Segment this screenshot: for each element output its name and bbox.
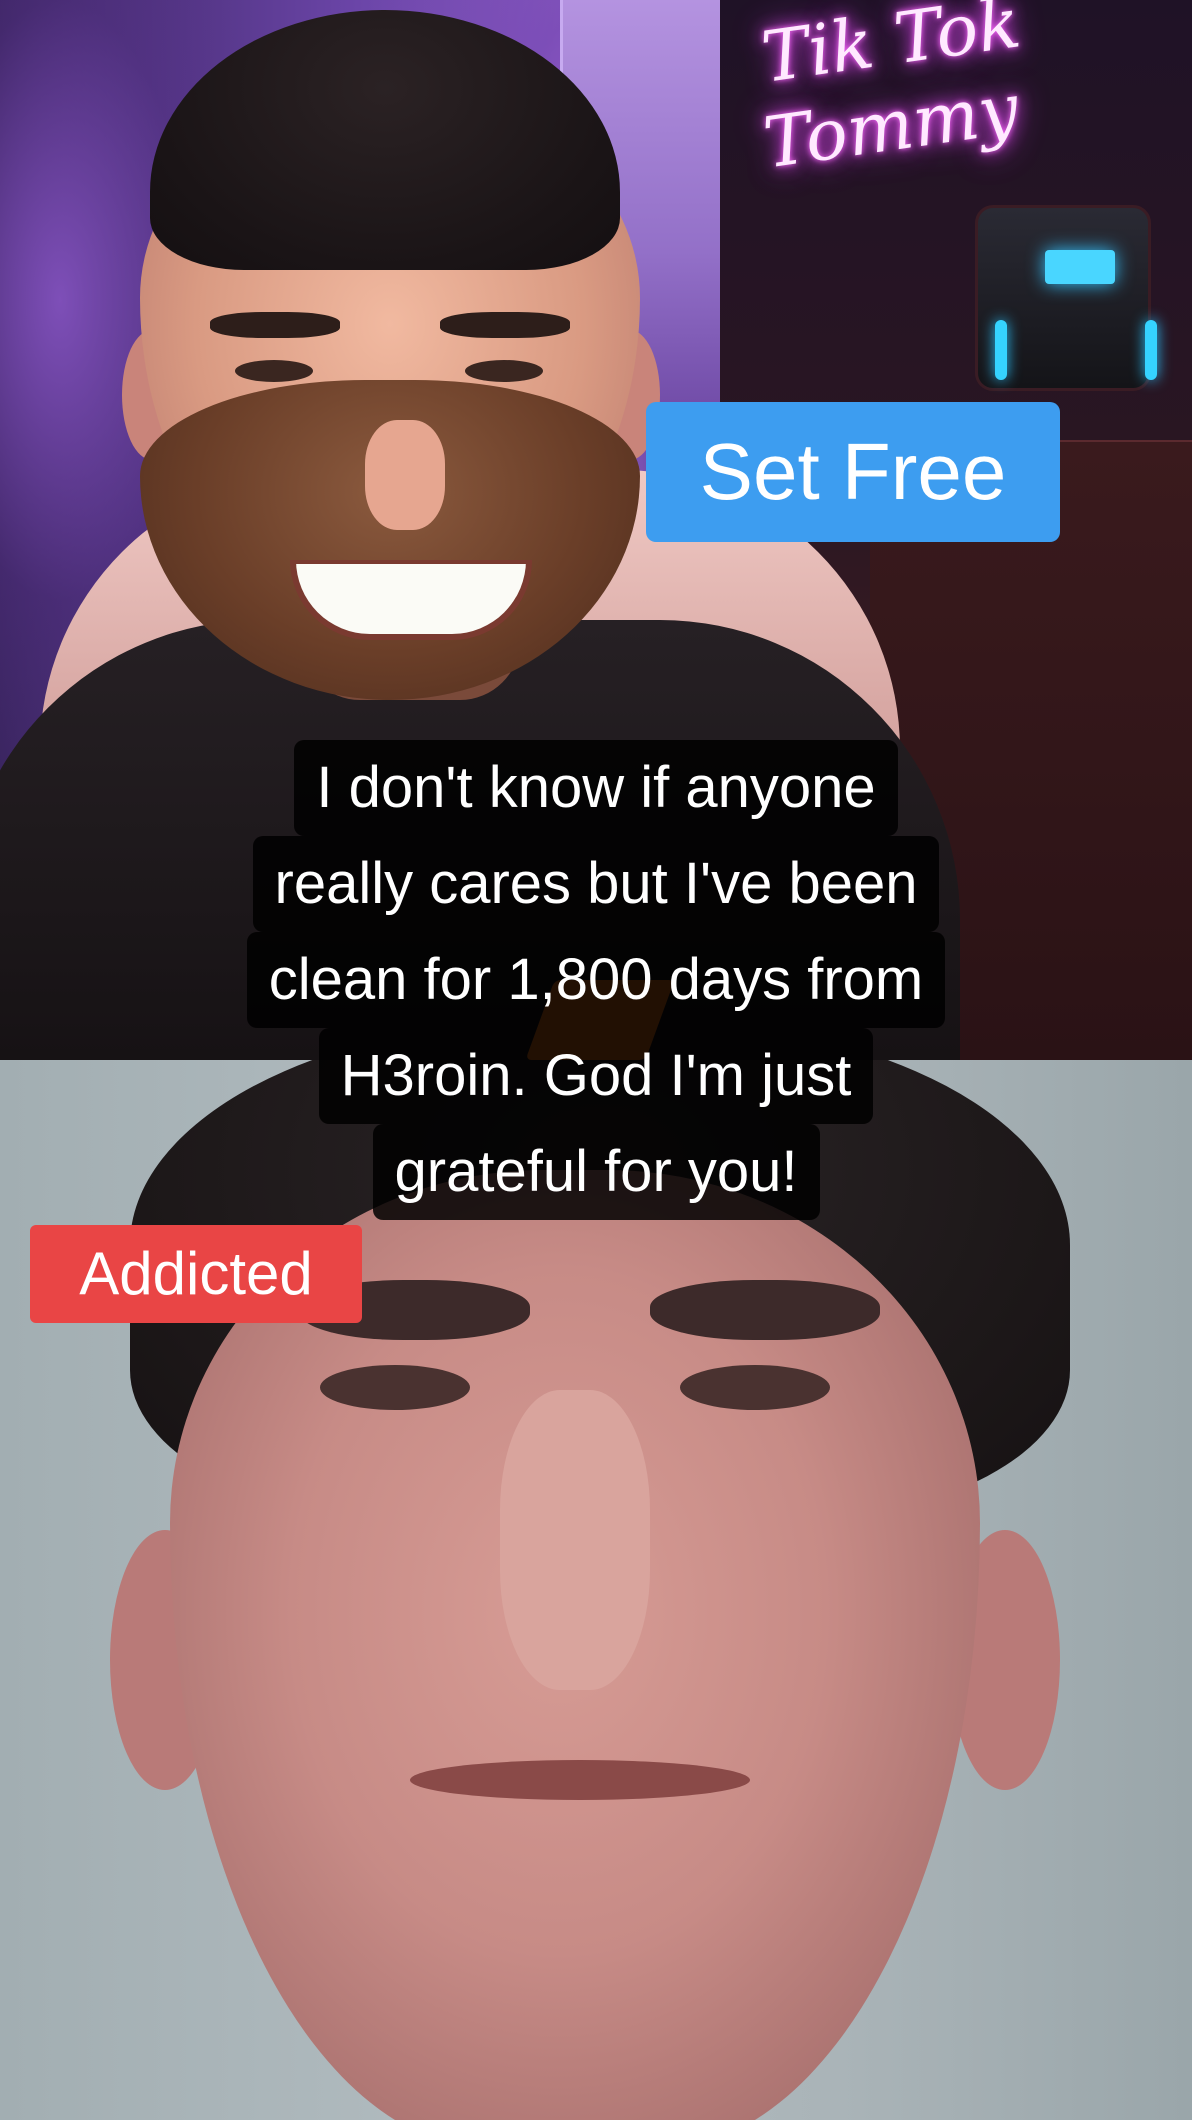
caption-line: I don't know if anyone xyxy=(294,740,898,836)
left-eyebrow xyxy=(210,312,340,338)
left-eye xyxy=(235,360,313,382)
right-eyebrow xyxy=(650,1280,880,1340)
right-eye xyxy=(680,1365,830,1410)
led-light xyxy=(1145,320,1157,380)
right-eyebrow xyxy=(440,312,570,338)
addicted-label: Addicted xyxy=(30,1225,362,1323)
hair xyxy=(150,10,620,270)
caption-line: really cares but I've been xyxy=(252,836,940,932)
nose xyxy=(500,1390,650,1690)
neon-sign: Tik Tok Tommy xyxy=(748,0,1025,213)
right-eye xyxy=(465,360,543,382)
led-light xyxy=(995,320,1007,380)
mouth xyxy=(410,1760,750,1800)
set-free-label: Set Free xyxy=(646,402,1060,542)
caption-line: clean for 1,800 days from xyxy=(246,932,946,1028)
caption-line: grateful for you! xyxy=(372,1124,820,1220)
caption-line: H3roin. God I'm just xyxy=(318,1028,874,1124)
speaker-light xyxy=(1045,250,1115,284)
left-eye xyxy=(320,1365,470,1410)
nose xyxy=(365,420,445,530)
caption: I don't know if anyone really cares but … xyxy=(170,740,1022,1220)
